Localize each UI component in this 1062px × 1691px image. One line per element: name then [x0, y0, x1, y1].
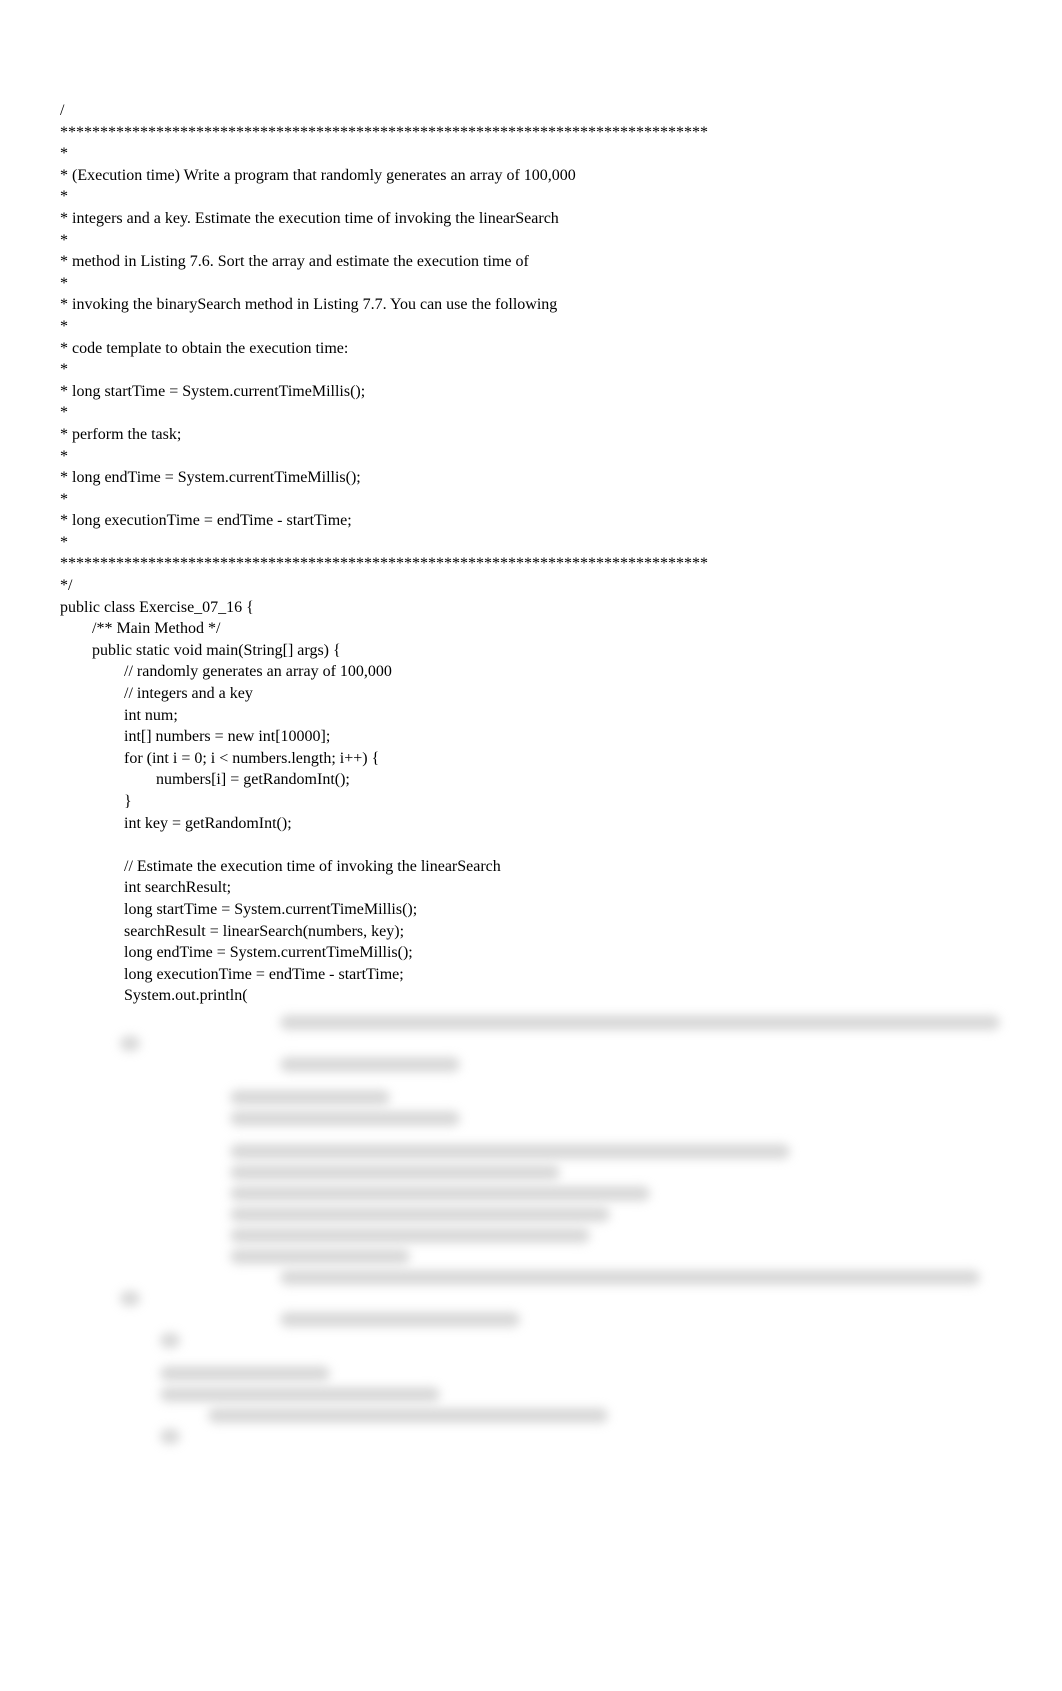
blurred-line [60, 1333, 1002, 1354]
code-line: * [60, 359, 1002, 381]
blurred-line [60, 1144, 1002, 1165]
code-line: * code template to obtain the execution … [60, 338, 1002, 360]
code-line: numbers[i] = getRandomInt(); [60, 769, 1002, 791]
blurred-bar [120, 1036, 140, 1051]
code-line: * long executionTime = endTime - startTi… [60, 510, 1002, 532]
blurred-line [60, 1354, 1002, 1366]
code-line: / [60, 100, 1002, 122]
blurred-bar [230, 1186, 650, 1201]
code-line: * [60, 316, 1002, 338]
blurred-line [60, 1366, 1002, 1387]
code-line: */ [60, 575, 1002, 597]
blurred-line [60, 1165, 1002, 1186]
blurred-bar [120, 1291, 140, 1306]
code-line: long executionTime = endTime - startTime… [60, 964, 1002, 986]
code-line [60, 834, 1002, 856]
code-line: * invoking the binarySearch method in Li… [60, 294, 1002, 316]
code-line: // Estimate the execution time of invoki… [60, 856, 1002, 878]
blurred-bar [208, 1408, 608, 1423]
code-line: } [60, 791, 1002, 813]
code-line: * method in Listing 7.6. Sort the array … [60, 251, 1002, 273]
blurred-bar [230, 1111, 460, 1126]
blurred-bar [230, 1207, 610, 1222]
code-line: * perform the task; [60, 424, 1002, 446]
code-line: * [60, 186, 1002, 208]
blurred-line [60, 1270, 1002, 1291]
blurred-line [60, 1015, 1002, 1036]
blurred-bar [230, 1144, 790, 1159]
code-line: ****************************************… [60, 122, 1002, 144]
blurred-line [60, 1111, 1002, 1132]
blurred-bar [230, 1228, 590, 1243]
code-line: /** Main Method */ [60, 618, 1002, 640]
code-line: * [60, 230, 1002, 252]
blurred-bar [160, 1429, 180, 1444]
blurred-line [60, 1228, 1002, 1249]
code-line: * [60, 532, 1002, 554]
code-line: int key = getRandomInt(); [60, 813, 1002, 835]
code-line: * [60, 273, 1002, 295]
code-line: * long endTime = System.currentTimeMilli… [60, 467, 1002, 489]
code-line: public static void main(String[] args) { [60, 640, 1002, 662]
code-line: int searchResult; [60, 877, 1002, 899]
code-line: * integers and a key. Estimate the execu… [60, 208, 1002, 230]
code-line: // integers and a key [60, 683, 1002, 705]
blurred-line [60, 1090, 1002, 1111]
code-line: for (int i = 0; i < numbers.length; i++)… [60, 748, 1002, 770]
code-line: // randomly generates an array of 100,00… [60, 661, 1002, 683]
blurred-bar [230, 1249, 410, 1264]
code-line: int[] numbers = new int[10000]; [60, 726, 1002, 748]
blurred-line [60, 1291, 1002, 1312]
code-line: long endTime = System.currentTimeMillis(… [60, 942, 1002, 964]
code-line: * [60, 143, 1002, 165]
code-line: System.out.println( [60, 985, 1002, 1007]
code-line: int num; [60, 705, 1002, 727]
code-block: /***************************************… [60, 100, 1002, 1007]
code-line: * (Execution time) Write a program that … [60, 165, 1002, 187]
blurred-bar [160, 1387, 440, 1402]
code-line: long startTime = System.currentTimeMilli… [60, 899, 1002, 921]
blurred-bar [160, 1366, 330, 1381]
code-line: * [60, 446, 1002, 468]
blurred-line [60, 1312, 1002, 1333]
blurred-line [60, 1186, 1002, 1207]
blurred-line [60, 1078, 1002, 1090]
blurred-bar [230, 1165, 560, 1180]
document-page: /***************************************… [0, 0, 1062, 1450]
blurred-line [60, 1249, 1002, 1270]
code-line: * [60, 402, 1002, 424]
code-line: public class Exercise_07_16 { [60, 597, 1002, 619]
blurred-line [60, 1429, 1002, 1450]
blurred-line [60, 1132, 1002, 1144]
code-line: ****************************************… [60, 553, 1002, 575]
blurred-bar [280, 1057, 460, 1072]
blurred-bar [280, 1270, 980, 1285]
blurred-bar [280, 1015, 1000, 1030]
blurred-line [60, 1387, 1002, 1408]
blurred-bar [160, 1333, 180, 1348]
blurred-content [60, 1015, 1002, 1450]
blurred-bar [230, 1090, 390, 1105]
code-line: * [60, 489, 1002, 511]
blurred-line [60, 1408, 1002, 1429]
blurred-line [60, 1057, 1002, 1078]
code-line: * long startTime = System.currentTimeMil… [60, 381, 1002, 403]
blurred-bar [280, 1312, 520, 1327]
blurred-line [60, 1036, 1002, 1057]
blurred-line [60, 1207, 1002, 1228]
code-line: searchResult = linearSearch(numbers, key… [60, 921, 1002, 943]
